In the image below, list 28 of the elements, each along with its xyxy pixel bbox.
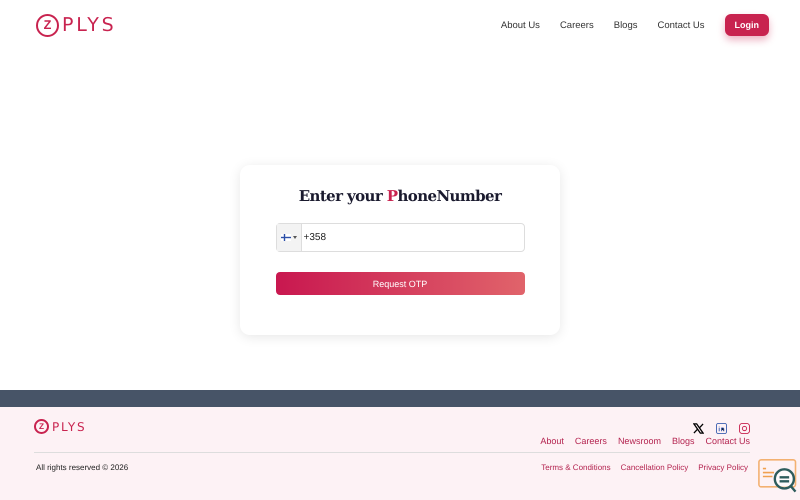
footer-link[interactable]: Careers [574,436,607,446]
legal-link[interactable]: Terms & Conditions [541,463,611,472]
legal-link[interactable]: Cancellation Policy [620,463,688,472]
login-button[interactable]: Login [724,14,769,36]
flag-icon [280,234,290,241]
logo-mark: Z [34,419,49,434]
footer-link[interactable]: Newsroom [618,436,661,446]
legal-link[interactable]: Privacy Policy [698,463,748,472]
x-icon[interactable] [693,423,704,434]
logo-text: PLYS [62,14,117,36]
caret-icon [292,236,296,239]
instagram-icon[interactable] [739,423,750,434]
nav-link[interactable]: About Us [500,20,540,30]
footer-link[interactable]: Blogs [672,436,694,446]
nav-link[interactable]: Blogs [614,20,638,30]
footer-link[interactable]: Contact Us [705,436,750,446]
country-select[interactable] [276,224,302,251]
copyright-text: All rights reserved © 2026 [36,463,128,472]
card-title: Enter your PhoneNumber [298,187,502,205]
nav-link[interactable]: Contact Us [658,20,704,30]
help-widget-icon[interactable] [758,459,798,494]
footer-link[interactable]: About [540,436,564,446]
logo-text: PLYS [52,420,86,434]
logo-mark: Z [36,14,59,36]
phone-field[interactable]: +358 [276,223,524,252]
nav-link[interactable]: Careers [560,20,594,30]
request-otp-button[interactable]: Request OTP [276,272,524,295]
linkedin-icon[interactable] [716,423,727,434]
